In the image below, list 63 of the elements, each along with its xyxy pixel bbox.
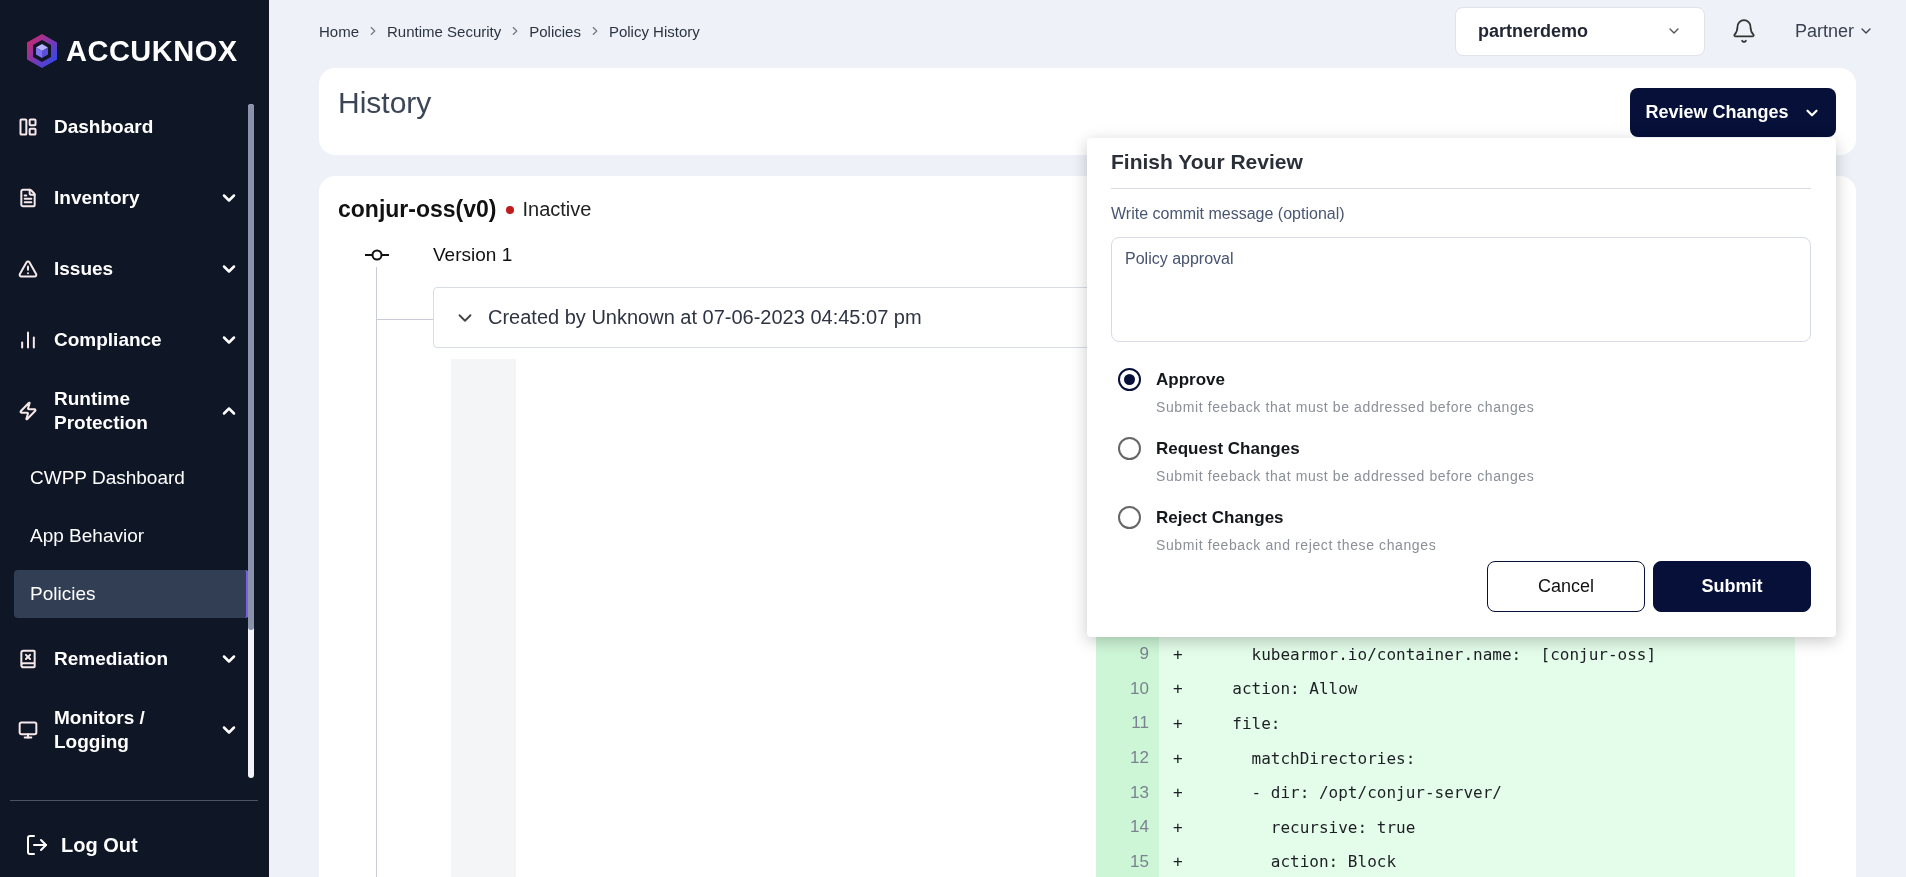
lightning-icon xyxy=(18,401,38,421)
radio-button[interactable] xyxy=(1118,437,1141,460)
breadcrumb-link[interactable]: Policy History xyxy=(608,22,700,40)
logout-icon xyxy=(25,833,49,857)
option-label: Request Changes xyxy=(1156,438,1301,459)
code-line: + file: xyxy=(1172,714,1282,733)
nav-item[interactable]: Compliance xyxy=(54,328,162,352)
nav-subitem[interactable]: CWPP Dashboard xyxy=(14,454,249,502)
user-menu[interactable]: Partner xyxy=(1794,20,1874,42)
page-title: History xyxy=(338,86,432,120)
code-line: + recursive: true xyxy=(1172,817,1417,837)
book-icon xyxy=(18,649,38,669)
breadcrumb-link[interactable]: Policies xyxy=(529,22,581,40)
field-label: Write commit message (optional) xyxy=(1111,205,1346,223)
option-description: Submit feeback that must be addressed before changes xyxy=(1156,468,1536,484)
workspace-select[interactable]: partnerdemo xyxy=(1454,6,1705,56)
code-line: + action: Allow xyxy=(1172,679,1359,699)
policy-name: conjur-oss(v0) xyxy=(338,196,497,223)
option-label: Reject Changes xyxy=(1156,507,1285,528)
line-number: 12 xyxy=(1129,748,1150,769)
nav-item[interactable]: Inventory xyxy=(54,186,140,210)
code-line: + kubearmor.io/container.name: [conjur-oss] xyxy=(1172,644,1658,664)
nav-item[interactable]: Runtime Protection xyxy=(54,387,214,435)
submit-button[interactable]: Submit xyxy=(1653,561,1811,612)
option-description: Submit feeback that must be addressed before changes xyxy=(1156,399,1536,415)
commit-icon xyxy=(365,248,389,262)
cancel-button[interactable]: Cancel xyxy=(1487,561,1645,612)
line-number: 11 xyxy=(1130,713,1150,734)
nav-subitem[interactable]: Policies xyxy=(14,570,249,618)
breadcrumb-link[interactable]: Runtime Security xyxy=(387,22,502,40)
bar-chart-icon xyxy=(18,330,38,350)
dashboard-icon xyxy=(18,117,38,137)
radio-button[interactable] xyxy=(1118,506,1141,529)
popover-title: Finish Your Review xyxy=(1111,150,1811,189)
commit-message-field[interactable]: Policy approval xyxy=(1111,237,1811,342)
warning-icon xyxy=(18,259,38,279)
policy-status: Inactive xyxy=(522,198,592,221)
line-number: 13 xyxy=(1129,782,1150,803)
line-number: 15 xyxy=(1129,851,1150,872)
review-changes-button[interactable]: Review Changes xyxy=(1630,88,1836,137)
breadcrumb-link[interactable]: Home xyxy=(319,22,359,40)
logo-text: ACCUKNOX xyxy=(66,34,238,68)
logout-link[interactable]: Log Out xyxy=(61,833,138,857)
code-line: + - dir: /opt/conjur-server/ xyxy=(1172,783,1503,803)
line-number: 14 xyxy=(1129,817,1150,838)
nav-item[interactable]: Issues xyxy=(54,257,114,281)
scrollbar[interactable] xyxy=(248,104,254,778)
code-line: + matchDirectories: xyxy=(1172,748,1417,768)
nav-item[interactable]: Monitors / Logging xyxy=(54,706,214,754)
version-label: Version 1 xyxy=(433,244,513,266)
line-number: 9 xyxy=(1138,644,1150,665)
option-label: Approve xyxy=(1156,369,1226,390)
option-description: Submit feeback and reject these changes xyxy=(1156,537,1438,553)
code-line: + action: Block xyxy=(1172,852,1398,872)
nav-item[interactable]: Dashboard xyxy=(54,115,154,139)
line-number: 10 xyxy=(1129,678,1150,699)
notification-bell-icon[interactable] xyxy=(1730,18,1757,44)
nav-subitem[interactable]: App Behavior xyxy=(14,512,249,560)
logo-icon xyxy=(24,33,60,69)
radio-button[interactable] xyxy=(1118,368,1141,391)
document-icon xyxy=(18,188,38,208)
monitor-icon xyxy=(18,720,38,740)
nav-item[interactable]: Remediation xyxy=(54,647,169,671)
